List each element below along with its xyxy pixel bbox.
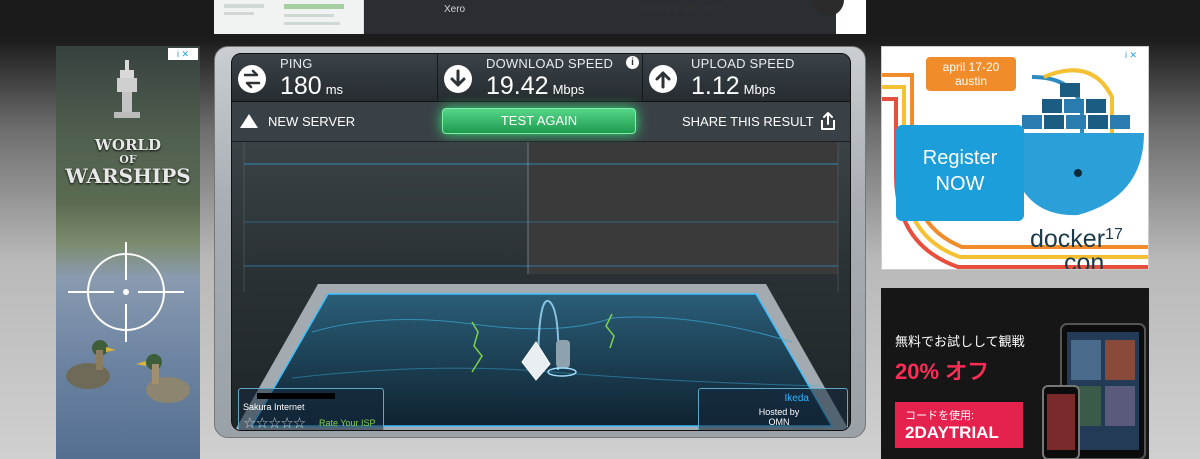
- ping-icon: [238, 65, 266, 93]
- server-triangle-icon: [240, 114, 258, 128]
- left-skyscraper-ad[interactable]: i ✕ WORLD OF WARSHIPS: [56, 46, 200, 459]
- map-stage: Sakura Internet ☆☆☆☆☆ Rate Your ISP Iked…: [232, 142, 850, 430]
- server-city: Ikeda: [784, 393, 809, 404]
- share-result-button[interactable]: SHARE THIS RESULT: [682, 114, 814, 129]
- upload-unit: Mbps: [743, 82, 776, 97]
- dockercon-ad[interactable]: i ✕ april 17-20 austin Register NOW dock…: [881, 46, 1149, 270]
- download-arrow-icon: [444, 65, 472, 93]
- new-server-button[interactable]: NEW SERVER: [240, 114, 355, 129]
- upload-value: 1.12: [691, 72, 740, 100]
- brand-con: con: [1064, 249, 1105, 270]
- download-value-row: 19.42 Mbps: [486, 72, 584, 101]
- promo-discount: 20% オフ: [895, 359, 990, 384]
- metrics-bar: PING 180 ms DOWNLOAD SPEED i 19.42 Mbps UP…: [232, 54, 850, 102]
- register-label: Register: [922, 147, 998, 169]
- action-bar: NEW SERVER TEST AGAIN SHARE THIS RESULT: [232, 102, 850, 142]
- server-location-marker: [556, 340, 570, 368]
- warship-tower-icon: [114, 60, 140, 118]
- devices-image: [1042, 323, 1146, 459]
- adchoices-icon[interactable]: i ✕: [1116, 49, 1146, 61]
- ad-dark-panel: [364, 0, 836, 34]
- event-date-badge: april 17-20 austin: [926, 57, 1016, 91]
- ad-screenshot-image: [214, 0, 364, 34]
- info-icon[interactable]: i: [626, 56, 639, 69]
- download-unit: Mbps: [552, 82, 585, 97]
- duck-decoy-image: [66, 340, 116, 389]
- duck-decoy-image: [136, 354, 190, 403]
- isp-rating-stars[interactable]: ☆☆☆☆☆: [243, 414, 306, 430]
- isp-name: Sakura Internet: [243, 402, 305, 412]
- event-city: austin: [954, 74, 988, 88]
- logo-line-3: WARSHIPS: [65, 164, 191, 188]
- dockercon-brand: docker17 con: [1030, 223, 1123, 270]
- upload-value-row: 1.12 Mbps: [691, 72, 775, 101]
- speedtest-widget: PING 180 ms DOWNLOAD SPEED i 19.42 Mbps UP…: [214, 46, 866, 438]
- download-value: 19.42: [486, 72, 549, 100]
- rate-isp-label[interactable]: Rate Your ISP: [319, 418, 376, 428]
- upload-panel: [528, 142, 838, 274]
- sports-promo-ad[interactable]: 無料でお試しして観戦 20% オフ コードを使用: 2DAYTRIAL: [881, 288, 1149, 459]
- ping-value: 180: [280, 72, 322, 100]
- upload-metric: UPLOAD SPEED 1.12 Mbps: [642, 54, 850, 102]
- logo-line-1: WORLD: [95, 136, 161, 154]
- upload-arrow-icon: [649, 65, 677, 93]
- promo-code-value: 2DAYTRIAL: [905, 423, 999, 442]
- docker-whale-logo: [1012, 83, 1144, 216]
- hosted-by-block: Hosted by OMN: [749, 407, 809, 427]
- share-icon[interactable]: [818, 111, 838, 131]
- speedtest-panel: PING 180 ms DOWNLOAD SPEED i 19.42 Mbps UP…: [231, 53, 851, 431]
- now-label: NOW: [935, 173, 985, 195]
- promo-code-label: コードを使用:: [905, 410, 975, 422]
- server-host-box[interactable]: Ikeda Hosted by OMN: [698, 388, 848, 430]
- ping-metric: PING 180 ms: [232, 54, 437, 102]
- brand-year: 17: [1105, 226, 1123, 243]
- adchoices-icon[interactable]: i ✕: [168, 48, 198, 60]
- ad-tagline: invoicing with Xero.: [640, 3, 727, 14]
- ping-unit: ms: [325, 82, 344, 97]
- isp-rating-box[interactable]: Sakura Internet ☆☆☆☆☆ Rate Your ISP: [238, 388, 384, 430]
- test-again-button[interactable]: TEST AGAIN: [442, 108, 636, 134]
- ping-label: PING: [280, 56, 313, 71]
- promo-headline: 無料でお試しして観戦: [895, 334, 1025, 349]
- redacted-ip: [257, 393, 335, 399]
- download-label: DOWNLOAD SPEED: [486, 56, 614, 71]
- download-metric: DOWNLOAD SPEED i 19.42 Mbps: [437, 54, 642, 102]
- upload-label: UPLOAD SPEED: [691, 56, 795, 71]
- new-server-label: NEW SERVER: [268, 114, 356, 129]
- register-now-button[interactable]: Register NOW: [896, 125, 1024, 221]
- promo-code-box[interactable]: コードを使用: 2DAYTRIAL: [895, 402, 1023, 448]
- top-banner-ad[interactable]: Xero invoicing with Xero.: [214, 0, 866, 34]
- ping-value-row: 180 ms: [280, 72, 343, 101]
- hosted-by-label: Hosted by: [758, 407, 800, 417]
- world-of-warships-logo: WORLD OF WARSHIPS: [56, 136, 200, 188]
- host-name: OMN: [768, 417, 790, 427]
- ad-brand-text: Xero: [444, 4, 466, 15]
- event-date: april 17-20: [942, 60, 1000, 74]
